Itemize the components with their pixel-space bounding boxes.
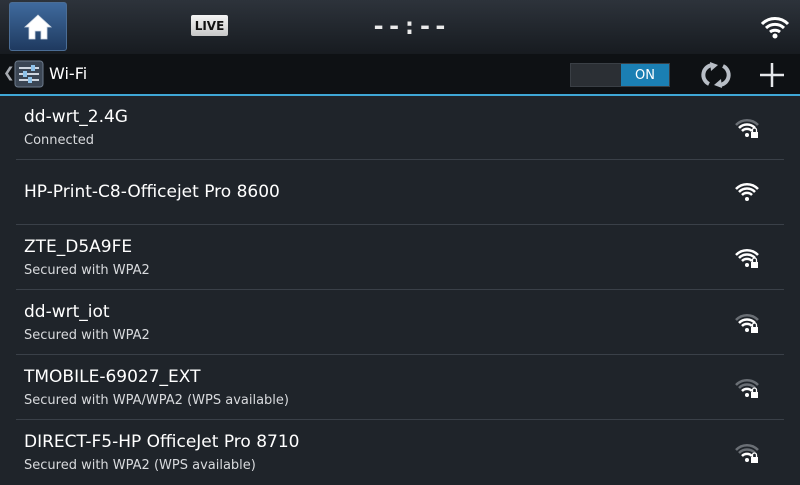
chevron-left-icon[interactable]: ❮ — [3, 65, 15, 81]
lock-icon — [751, 457, 758, 463]
wifi-signal-icon — [735, 248, 759, 268]
network-row[interactable]: TMOBILE-69027_EXT Secured with WPA/WPA2 … — [16, 356, 784, 420]
settings-icon[interactable] — [14, 60, 44, 88]
lock-icon — [751, 327, 758, 333]
wifi-signal-icon — [735, 182, 759, 201]
network-name: dd-wrt_2.4G — [24, 107, 128, 127]
status-bar: LIVE --:-- — [0, 0, 800, 54]
wifi-signal-icon — [735, 313, 759, 333]
wifi-toggle[interactable]: ON — [570, 63, 670, 87]
network-row[interactable]: ZTE_D5A9FE Secured with WPA2 — [16, 226, 784, 290]
network-name: HP-Print-C8-Officejet Pro 8600 — [24, 182, 280, 202]
page-title: Wi-Fi — [49, 64, 88, 83]
wifi-icon — [760, 17, 790, 39]
home-button[interactable] — [9, 2, 67, 51]
title-bar: ❮ Wi-Fi ON — [0, 54, 800, 96]
network-name: ZTE_D5A9FE — [24, 237, 133, 257]
plus-icon[interactable] — [757, 60, 787, 90]
lock-icon — [751, 132, 758, 138]
network-status: Secured with WPA2 — [24, 263, 150, 278]
wifi-signal-icon — [735, 443, 759, 463]
wifi-signal-icon — [735, 378, 759, 398]
network-row[interactable]: HP-Print-C8-Officejet Pro 8600 — [16, 161, 784, 225]
lock-icon — [751, 392, 758, 398]
network-status: Secured with WPA2 — [24, 328, 150, 343]
network-status: Secured with WPA/WPA2 (WPS available) — [24, 393, 289, 408]
network-row[interactable]: dd-wrt_iot Secured with WPA2 — [16, 291, 784, 355]
clock: --:-- — [371, 12, 449, 40]
network-name: TMOBILE-69027_EXT — [24, 367, 201, 387]
wifi-signal-icon — [735, 118, 759, 138]
network-list: dd-wrt_2.4G Connected HP-Print-C8-Office… — [0, 96, 800, 480]
network-status: Secured with WPA2 (WPS available) — [24, 458, 256, 473]
live-badge[interactable]: LIVE — [191, 15, 228, 36]
toggle-on-label: ON — [621, 64, 669, 86]
network-name: DIRECT-F5-HP OfficeJet Pro 8710 — [24, 432, 300, 452]
lock-icon — [751, 262, 758, 268]
refresh-icon[interactable] — [700, 60, 732, 90]
network-status: Connected — [24, 133, 95, 148]
network-row[interactable]: DIRECT-F5-HP OfficeJet Pro 8710 Secured … — [16, 421, 784, 485]
home-icon — [23, 13, 53, 39]
network-name: dd-wrt_iot — [24, 302, 110, 322]
network-row[interactable]: dd-wrt_2.4G Connected — [16, 96, 784, 160]
